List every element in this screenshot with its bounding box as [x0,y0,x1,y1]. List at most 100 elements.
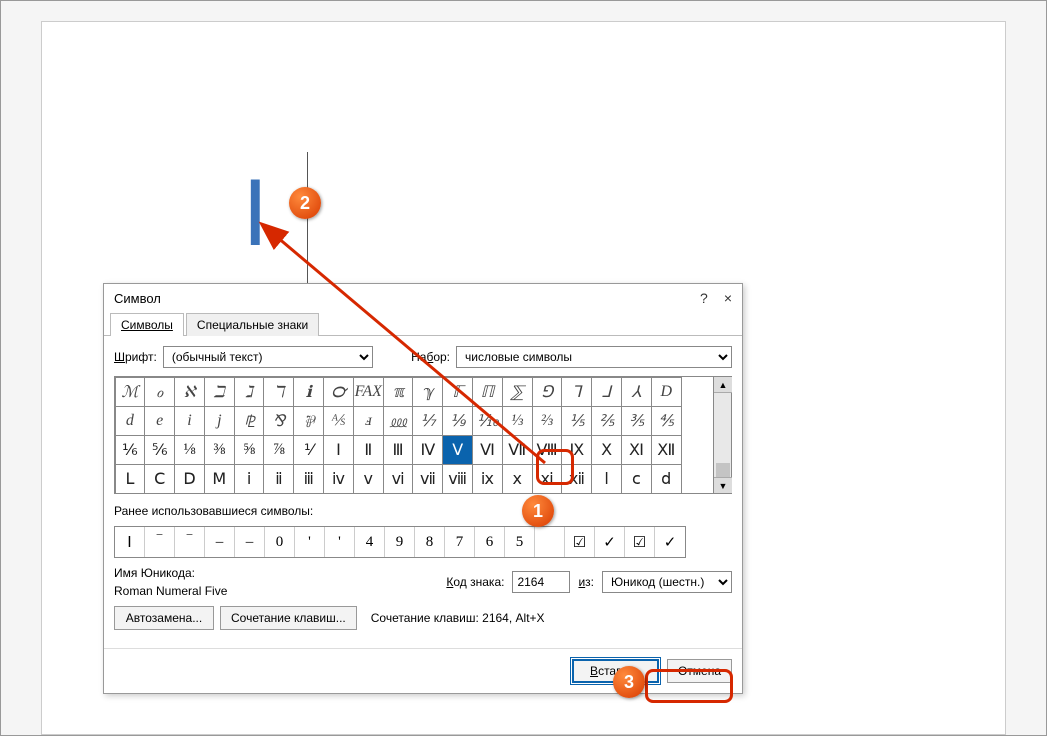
symbol-cell[interactable]: ℼ [383,377,414,407]
symbol-cell[interactable]: j [204,406,235,436]
autocorrect-button[interactable]: Автозамена... [114,606,214,630]
recent-symbol-cell[interactable]: 9 [385,527,415,557]
code-input[interactable] [512,571,570,593]
recent-symbol-cell[interactable]: ‒ [205,527,235,557]
scroll-up-button[interactable]: ▲ [714,377,732,393]
recent-symbols-grid[interactable]: Ⅰ‾‾‒–0''498765☑✓☑✓ [114,526,686,558]
symbol-cell[interactable]: ⅖ [591,406,622,436]
grid-scrollbar[interactable]: ▲ ▼ [713,377,731,493]
symbol-cell[interactable]: ⅘ [651,406,682,436]
symbol-cell[interactable]: ⅴ [353,464,384,494]
symbol-cell[interactable]: ℸ [263,377,294,407]
recent-symbol-cell[interactable]: 8 [415,527,445,557]
font-select[interactable]: (обычный текст) [163,346,373,368]
symbol-cell[interactable]: Ⅽ [144,464,175,494]
symbol-cell[interactable]: ⅜ [204,435,235,465]
subset-select[interactable]: числовые символы [456,346,732,368]
close-button[interactable]: × [724,290,732,306]
symbol-cell[interactable]: ⅽ [621,464,652,494]
recent-symbol-cell[interactable]: – [235,527,265,557]
symbol-cell[interactable]: ⅙ [115,435,146,465]
symbol-cell[interactable]: ⅄ [621,377,652,407]
symbol-cell[interactable]: ⅸ [472,464,503,494]
symbol-cell[interactable]: ⅏ [383,406,414,436]
symbol-cell[interactable]: ℹ [293,377,324,407]
symbol-cell[interactable]: ℷ [234,377,265,407]
symbol-cell[interactable]: ⅌ [293,406,324,436]
symbol-cell[interactable]: ⅋ [263,406,294,436]
symbol-cell[interactable]: ⅁ [532,377,563,407]
symbol-cell[interactable]: D [651,377,682,407]
symbol-cell[interactable]: ⅳ [323,464,354,494]
symbol-cell[interactable]: i [174,406,205,436]
recent-symbol-cell[interactable]: Ⅰ [115,527,145,557]
symbol-cell[interactable]: ⅹ [502,464,533,494]
symbol-cell[interactable]: ⅀ [502,377,533,407]
symbol-cell[interactable]: ⅗ [621,406,652,436]
recent-symbol-cell[interactable]: ✓ [655,527,685,557]
symbol-cell[interactable]: Ⅶ [502,435,533,465]
symbol-cell[interactable]: ⅚ [144,435,175,465]
recent-symbol-cell[interactable]: 7 [445,527,475,557]
symbol-cell[interactable]: Ⅺ [621,435,652,465]
symbol-cell[interactable]: Ⅹ [591,435,622,465]
symbol-cell[interactable]: ⅞ [263,435,294,465]
recent-symbol-cell[interactable]: ☑ [625,527,655,557]
recent-symbol-cell[interactable]: ☑ [565,527,595,557]
tab-symbols[interactable]: Символы [110,313,184,336]
symbol-cell[interactable]: ⅒ [472,406,503,436]
symbol-cell[interactable]: ℺ [323,377,354,407]
from-select[interactable]: Юникод (шестн.) [602,571,732,593]
symbol-cell[interactable]: ⅎ [353,406,384,436]
symbol-cell[interactable]: FAX [353,377,384,407]
tab-special-chars[interactable]: Специальные знаки [186,313,319,336]
symbol-cell[interactable]: ℳ [115,377,146,407]
scroll-down-button[interactable]: ▼ [714,477,732,493]
symbol-cell[interactable]: ℾ [442,377,473,407]
symbol-cell[interactable]: ⅂ [561,377,592,407]
recent-symbol-cell[interactable]: ' [325,527,355,557]
symbol-cell[interactable]: ℵ [174,377,205,407]
symbol-cell[interactable]: ⅐ [412,406,443,436]
help-button[interactable]: ? [700,290,708,306]
symbol-cell[interactable]: Ⅻ [651,435,682,465]
symbol-cell[interactable]: ⅔ [532,406,563,436]
symbol-cell[interactable]: Ⅰ [323,435,354,465]
symbol-cell[interactable]: Ⅱ [353,435,384,465]
recent-symbol-cell[interactable]: 5 [505,527,535,557]
recent-symbol-cell[interactable]: ‾ [175,527,205,557]
symbol-cell[interactable]: ℴ [144,377,175,407]
recent-symbol-cell[interactable]: 6 [475,527,505,557]
symbol-cell[interactable]: ⅟ [293,435,324,465]
symbol-cell[interactable]: ℿ [472,377,503,407]
symbol-cell[interactable]: Ⅵ [472,435,503,465]
symbol-cell[interactable]: ⅲ [293,464,324,494]
symbol-cell[interactable]: ⅕ [561,406,592,436]
symbol-cell[interactable]: ⅻ [561,464,592,494]
symbol-cell[interactable]: ⅃ [591,377,622,407]
recent-symbol-cell[interactable] [535,527,565,557]
symbol-cell[interactable]: Ⅷ [532,435,563,465]
symbol-cell[interactable]: ⅓ [502,406,533,436]
symbol-cell[interactable]: ⅊ [234,406,265,436]
recent-symbol-cell[interactable]: ✓ [595,527,625,557]
symbol-cell[interactable]: Ⅴ [442,435,473,465]
symbol-cell[interactable]: ⅝ [234,435,265,465]
symbol-cell[interactable]: Ⅸ [561,435,592,465]
symbol-cell[interactable]: ⅍ [323,406,354,436]
symbol-cell[interactable]: Ⅿ [204,464,235,494]
recent-symbol-cell[interactable]: ‾ [145,527,175,557]
symbol-cell[interactable]: d [115,406,146,436]
symbol-cell[interactable]: ⅺ [532,464,563,494]
symbol-cell[interactable]: ⅱ [263,464,294,494]
cancel-button[interactable]: Отмена [667,659,732,683]
symbol-cell[interactable]: ⅵ [383,464,414,494]
symbol-cell[interactable]: ⅶ [412,464,443,494]
symbol-cell[interactable]: ⅼ [591,464,622,494]
recent-symbol-cell[interactable]: 4 [355,527,385,557]
recent-symbol-cell[interactable]: ' [295,527,325,557]
symbol-cell[interactable]: Ⅾ [174,464,205,494]
symbol-cell[interactable]: ⅾ [651,464,682,494]
symbol-cell[interactable]: ⅛ [174,435,205,465]
symbol-cell[interactable]: Ⅼ [115,464,146,494]
